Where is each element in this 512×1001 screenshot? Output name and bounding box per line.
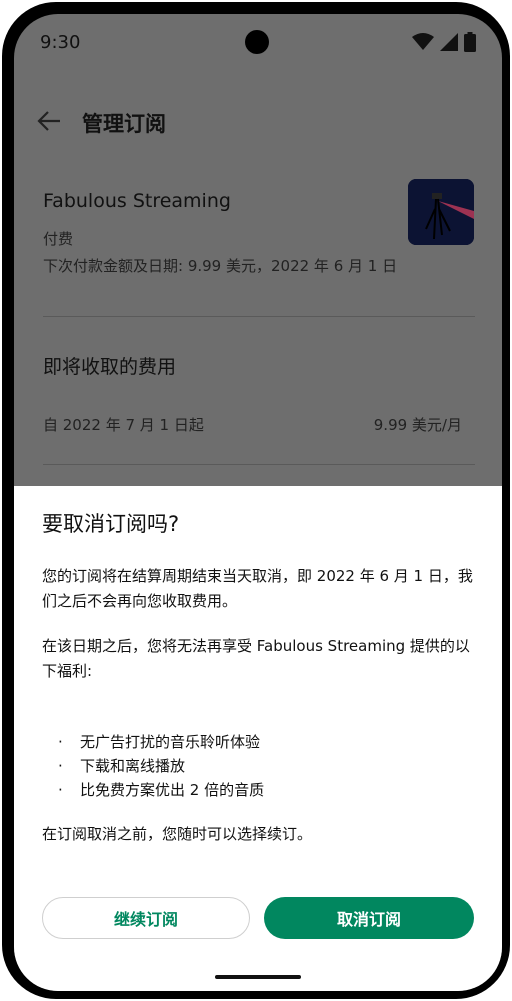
next-payment: 下次付款金额及日期: 9.99 美元，2022 年 6 月 1 日 [43,257,398,275]
page-title: 管理订阅 [82,112,166,136]
phone-frame: 9:30 管理订阅 Fabulous Streaming 付费 下次付款金额及日… [2,2,510,999]
bullet: · [58,757,63,775]
list-item: · 无广告打扰的音乐聆听体验 [58,730,264,754]
list-item: · 下载和离线播放 [58,754,264,778]
upcoming-charges-title: 即将收取的费用 [43,356,177,378]
dialog-title: 要取消订阅吗? [42,512,180,536]
bullet: · [58,733,63,751]
dialog-paragraph: 您的订阅将在结算周期结束当天取消，即 2022 年 6 月 1 日，我们之后不会… [42,567,473,610]
back-arrow-icon[interactable] [36,108,62,134]
benefit-text: 无广告打扰的音乐聆听体验 [80,733,261,751]
screen: 9:30 管理订阅 Fabulous Streaming 付费 下次付款金额及日… [14,14,502,991]
status-time: 9:30 [40,32,81,53]
divider [43,316,475,317]
dialog-paragraph: 在该日期之后，您将无法再享受 Fabulous Streaming 提供的以下福… [42,637,470,680]
battery-icon [464,32,476,52]
cancel-subscription-button[interactable]: 取消订阅 [264,897,474,939]
divider [43,464,475,465]
home-indicator[interactable] [215,975,301,979]
benefits-list: · 无广告打扰的音乐聆听体验 · 下载和离线播放 · 比免费方案优出 2 倍的音质 [58,730,264,802]
status-bar: 9:30 [14,14,502,70]
wifi-icon [412,33,434,50]
charge-start-date: 自 2022 年 7 月 1 日起 [43,416,204,434]
bullet: · [58,781,63,799]
benefit-text: 下载和离线播放 [80,757,186,775]
cancel-dialog: 要取消订阅吗? 您的订阅将在结算周期结束当天取消，即 2022 年 6 月 1 … [14,486,502,991]
benefit-text: 比免费方案优出 2 倍的音质 [80,781,265,799]
app-bar: 管理订阅 [14,92,502,148]
list-item: · 比免费方案优出 2 倍的音质 [58,778,264,802]
continue-subscription-button[interactable]: 继续订阅 [42,897,250,939]
camera-cutout [245,30,269,54]
charge-amount: 9.99 美元/月 [373,416,462,434]
app-thumbnail [408,179,474,245]
status-icons [412,32,476,52]
signal-icon [440,33,458,51]
dialog-paragraph: 在订阅取消之前，您随时可以选择续订。 [42,825,313,843]
